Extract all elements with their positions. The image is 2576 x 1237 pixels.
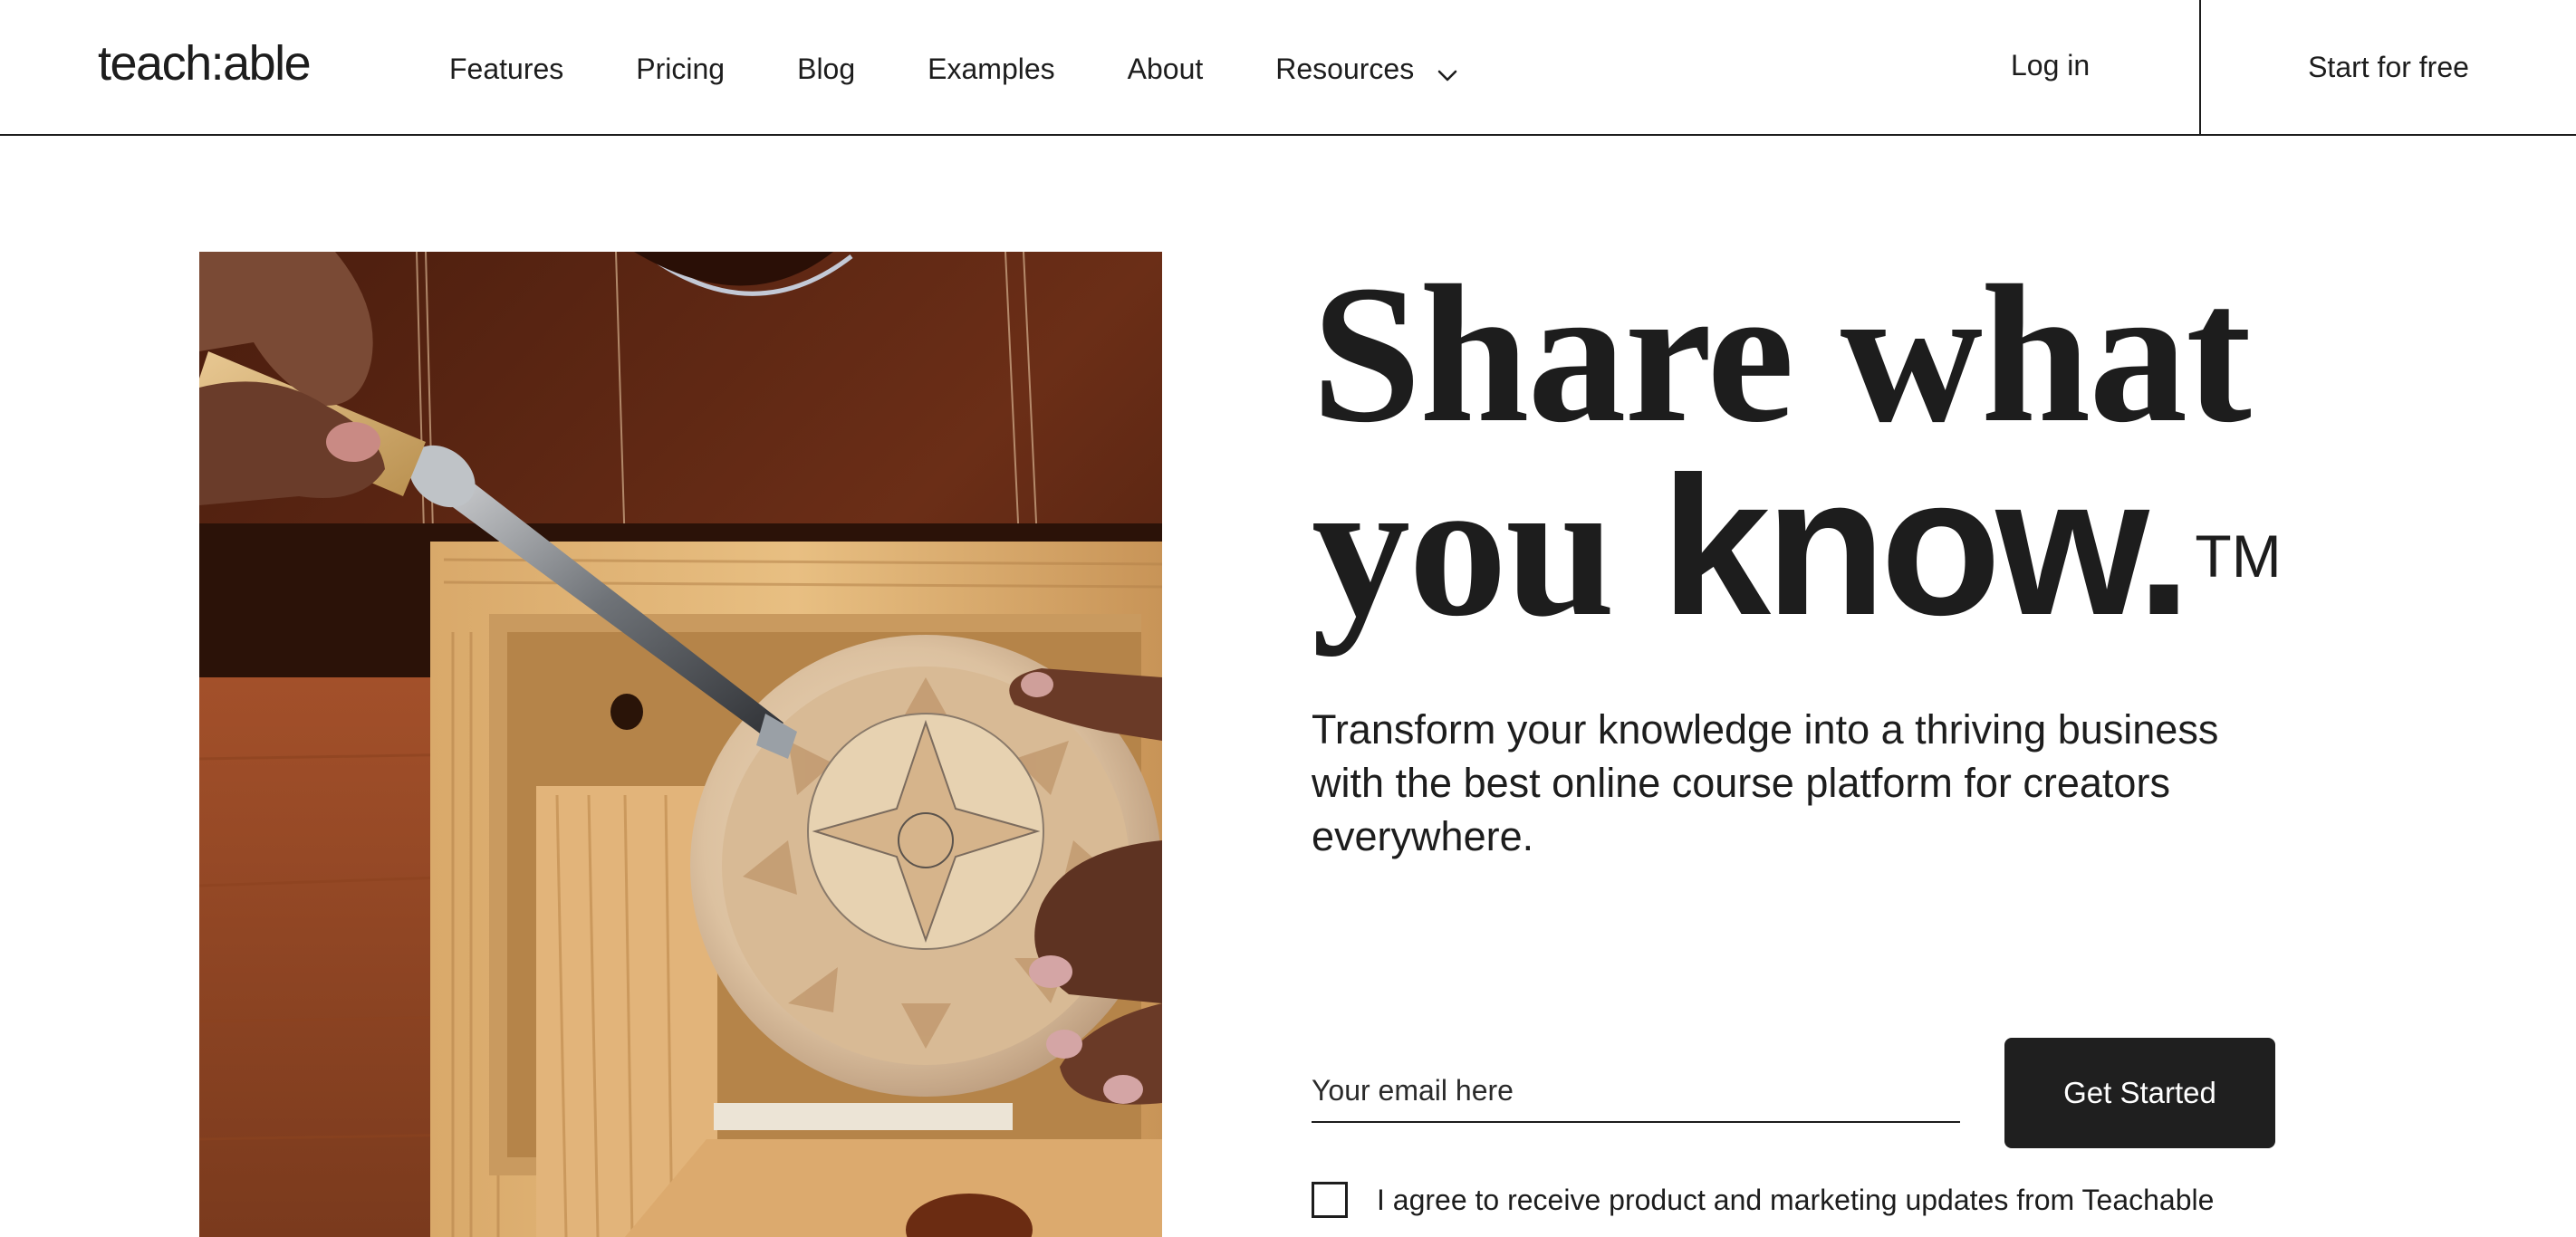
primary-nav: Features Pricing Blog Examples About Res…	[449, 49, 1459, 89]
get-started-button[interactable]: Get Started	[2004, 1038, 2275, 1148]
nav-dropdown-resources[interactable]: Resources	[1275, 49, 1459, 89]
trademark-symbol: TM	[2195, 523, 2282, 590]
marketing-consent: I agree to receive product and marketing…	[1312, 1180, 2214, 1220]
start-for-free-button[interactable]: Start for free	[2201, 0, 2576, 134]
headline-line-2: you know. TM	[1312, 448, 2398, 647]
nav-link-features[interactable]: Features	[449, 49, 563, 89]
consent-label[interactable]: I agree to receive product and marketing…	[1377, 1180, 2214, 1220]
headline-line-1: Share what	[1312, 245, 2252, 464]
hero-headline: Share what you know. TM	[1312, 245, 2398, 647]
chevron-down-icon	[1436, 57, 1459, 82]
login-link[interactable]: Log in	[2011, 45, 2090, 85]
hero-woodcarving-photo	[199, 252, 1162, 1237]
nav-link-pricing[interactable]: Pricing	[636, 49, 725, 89]
nav-link-about[interactable]: About	[1128, 49, 1204, 89]
email-input[interactable]	[1312, 1060, 1960, 1123]
top-nav: teach:able Features Pricing Blog Example…	[0, 0, 2576, 136]
headline-know: know.	[1660, 436, 2192, 657]
nav-link-examples[interactable]: Examples	[928, 49, 1055, 89]
headline-you: you	[1312, 439, 1615, 657]
teachable-logo[interactable]: teach:able	[98, 34, 312, 92]
hero-subheadline: Transform your knowledge into a thriving…	[1312, 706, 2219, 859]
consent-checkbox[interactable]	[1312, 1182, 1348, 1218]
nav-link-resources-label: Resources	[1275, 53, 1415, 85]
nav-link-blog[interactable]: Blog	[797, 49, 855, 89]
